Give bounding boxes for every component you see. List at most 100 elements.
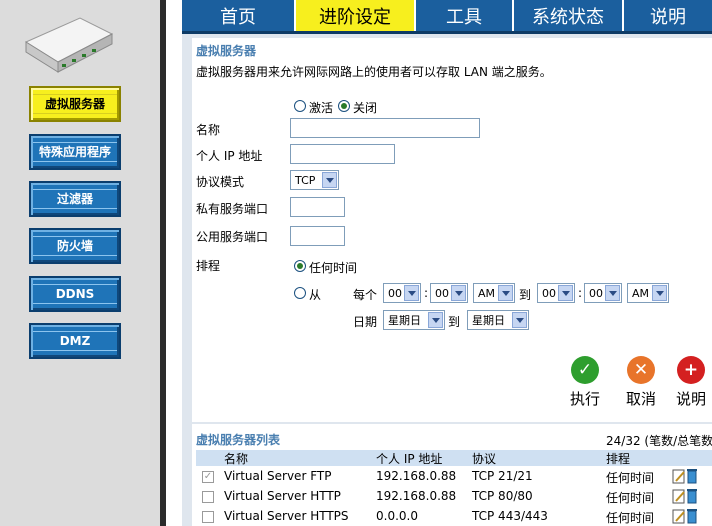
row-checkbox[interactable]: ✓: [202, 471, 214, 483]
chevron-down-icon: [322, 172, 337, 188]
sidebar-item-label: 过滤器: [33, 189, 117, 209]
tab-status[interactable]: 系统状态: [514, 0, 624, 31]
schedule-always-radio[interactable]: [294, 260, 306, 272]
private-ip-label: 个人 IP 地址: [196, 149, 263, 163]
from-hour-select[interactable]: 00: [383, 283, 421, 303]
schedule-from-label: 从: [309, 288, 322, 302]
to-minute-value: 00: [589, 286, 603, 300]
private-ip-input[interactable]: [290, 144, 395, 164]
time-colon: :: [578, 286, 583, 300]
sidebar-item-ddns[interactable]: DDNS: [29, 276, 121, 312]
col-header-name: 名称: [224, 452, 249, 466]
row-schedule: 任何时间: [606, 471, 655, 485]
day-from-value: 星期日: [388, 314, 421, 327]
row-ip: 192.168.0.88: [376, 489, 457, 503]
public-port-input[interactable]: [290, 226, 345, 246]
page: 虚拟服务器 特殊应用程序 过滤器 防火墙 DDNS DMZ 首页 进阶设定 工具…: [0, 0, 712, 526]
form-panel: 虚拟服务器 虚拟服务器用来允许网际网路上的使用者可以存取 LAN 端之服务。 激…: [192, 38, 712, 422]
tab-home[interactable]: 首页: [182, 0, 296, 31]
sidebar-item-virtual-server[interactable]: 虚拟服务器: [29, 86, 121, 122]
to-label: 到: [448, 315, 461, 329]
chevron-down-icon: [558, 285, 573, 301]
sidebar-item-label: 虚拟服务器: [33, 94, 117, 114]
private-port-label: 私有服务端口: [196, 202, 269, 216]
name-label: 名称: [196, 123, 221, 137]
col-header-schedule: 排程: [606, 452, 631, 466]
row-protocol: TCP 80/80: [472, 489, 533, 503]
trash-icon[interactable]: [686, 468, 698, 484]
day-to-value: 星期日: [472, 314, 505, 327]
chevron-down-icon: [498, 285, 513, 301]
day-from-select[interactable]: 星期日: [383, 310, 445, 330]
from-ampm-select[interactable]: AM: [473, 283, 515, 303]
list-title: 虚拟服务器列表: [196, 433, 281, 447]
row-schedule: 任何时间: [606, 491, 655, 505]
sidebar-item-label: 防火墙: [33, 236, 117, 256]
day-to-select[interactable]: 星期日: [467, 310, 529, 330]
to-hour-value: 00: [542, 286, 556, 300]
private-port-input[interactable]: [290, 197, 345, 217]
sidebar-gap: [166, 0, 182, 526]
trash-icon[interactable]: [686, 508, 698, 524]
tab-help[interactable]: 说明: [624, 0, 712, 31]
top-nav: 首页 进阶设定 工具 系统状态 说明: [182, 0, 712, 34]
from-ampm-value: AM: [478, 286, 496, 300]
row-protocol: TCP 443/443: [472, 509, 548, 523]
every-label: 每个: [353, 288, 378, 302]
chevron-down-icon: [404, 285, 419, 301]
time-colon: :: [424, 286, 429, 300]
disable-label: 关闭: [353, 101, 378, 115]
chevron-down-icon: [605, 285, 620, 301]
plus-circle-icon: +: [677, 356, 705, 384]
to-label: 到: [519, 288, 532, 302]
disable-radio[interactable]: [338, 100, 350, 112]
chevron-down-icon: [428, 312, 443, 328]
check-circle-icon: ✓: [571, 356, 599, 384]
list-count: 24/32 (笔数/总笔数): [606, 434, 712, 448]
row-name: Virtual Server HTTP: [224, 489, 341, 503]
to-minute-select[interactable]: 00: [584, 283, 622, 303]
row-name: Virtual Server FTP: [224, 469, 332, 483]
from-minute-value: 00: [435, 286, 449, 300]
content-area: 虚拟服务器 虚拟服务器用来允许网际网路上的使用者可以存取 LAN 端之服务。 激…: [182, 34, 712, 526]
sidebar-item-filters[interactable]: 过滤器: [29, 181, 121, 217]
protocol-select[interactable]: TCP: [290, 170, 339, 190]
enable-label: 激活: [309, 101, 334, 115]
row-schedule: 任何时间: [606, 511, 655, 525]
enable-radio[interactable]: [294, 100, 306, 112]
schedule-label: 排程: [196, 259, 221, 273]
schedule-from-radio[interactable]: [294, 287, 306, 299]
name-input[interactable]: [290, 118, 480, 138]
row-checkbox[interactable]: [202, 491, 214, 503]
chevron-down-icon: [451, 285, 466, 301]
row-protocol: TCP 21/21: [472, 469, 533, 483]
x-circle-icon: ✕: [627, 356, 655, 384]
section-description: 虚拟服务器用来允许网际网路上的使用者可以存取 LAN 端之服务。: [196, 65, 552, 79]
sidebar-item-special-apps[interactable]: 特殊应用程序: [29, 134, 121, 170]
row-checkbox[interactable]: [202, 511, 214, 523]
apply-button[interactable]: ✓ 执行: [570, 356, 600, 409]
from-minute-select[interactable]: 00: [430, 283, 468, 303]
date-label: 日期: [353, 315, 378, 329]
protocol-label: 协议模式: [196, 175, 245, 189]
sidebar-item-firewall[interactable]: 防火墙: [29, 228, 121, 264]
tab-advanced[interactable]: 进阶设定: [296, 0, 416, 31]
row-ip: 192.168.0.88: [376, 469, 457, 483]
to-ampm-select[interactable]: AM: [627, 283, 669, 303]
schedule-always-label: 任何时间: [309, 261, 358, 275]
to-hour-select[interactable]: 00: [537, 283, 575, 303]
cancel-label: 取消: [626, 390, 657, 408]
from-hour-value: 00: [388, 286, 402, 300]
tab-tools[interactable]: 工具: [416, 0, 514, 31]
trash-icon[interactable]: [686, 488, 698, 504]
cancel-button[interactable]: ✕ 取消: [626, 356, 656, 409]
sidebar-item-dmz[interactable]: DMZ: [29, 323, 121, 359]
public-port-label: 公用服务端口: [196, 230, 269, 244]
protocol-value: TCP: [295, 173, 316, 187]
help-button[interactable]: + 说明: [676, 356, 706, 409]
to-ampm-value: AM: [632, 286, 650, 300]
row-ip: 0.0.0.0: [376, 509, 418, 523]
sidebar-item-label: DMZ: [33, 331, 117, 351]
apply-label: 执行: [570, 390, 601, 408]
section-title: 虚拟服务器: [196, 44, 257, 58]
